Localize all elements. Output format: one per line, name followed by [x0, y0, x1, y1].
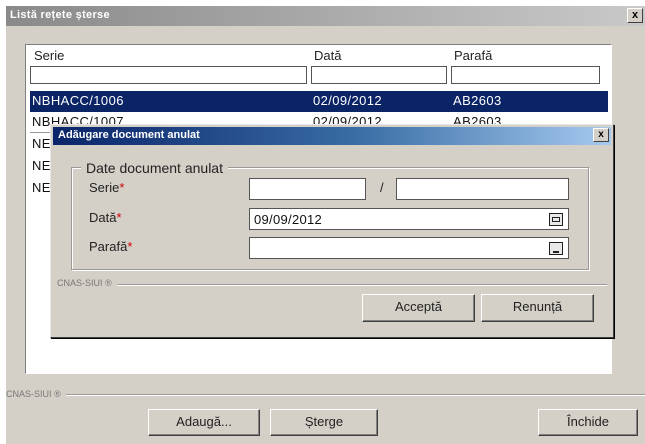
close-button[interactable]: Închide	[538, 409, 638, 436]
serie-label: Serie*	[89, 180, 125, 195]
accept-button[interactable]: Acceptă	[362, 294, 475, 322]
cell-parafa: AB2603	[453, 93, 502, 108]
required-marker: *	[119, 180, 125, 195]
column-header-data[interactable]: Dată	[314, 48, 341, 63]
add-cancelled-document-dialog: Adăugare document anulat x Date document…	[50, 124, 614, 338]
parafa-input[interactable]	[249, 237, 569, 259]
parafa-label: Parafă*	[89, 239, 133, 254]
data-label: Dată*	[89, 210, 122, 225]
date-value: 09/09/2012	[254, 212, 323, 227]
serie-number-input[interactable]	[396, 178, 569, 200]
column-header-serie[interactable]: Serie	[34, 48, 64, 63]
lookup-icon[interactable]	[549, 242, 563, 255]
serie-separator: /	[380, 180, 384, 195]
serie-input[interactable]	[249, 178, 366, 200]
filter-serie-input[interactable]	[30, 66, 307, 84]
add-button[interactable]: Adaugă...	[148, 409, 260, 436]
delete-button[interactable]: Șterge	[270, 409, 378, 436]
main-titlebar: Listă rețete șterse x	[6, 6, 645, 26]
dialog-title: Adăugare document anulat	[58, 129, 200, 141]
filter-data-input[interactable]	[311, 66, 447, 84]
footer-separator	[66, 394, 645, 396]
cancel-button[interactable]: Renunță	[481, 294, 594, 322]
dialog-close-button[interactable]: x	[593, 128, 609, 142]
required-marker: *	[127, 239, 133, 254]
cell-serie: NE	[32, 158, 51, 173]
cell-data: 02/09/2012	[313, 93, 383, 108]
dialog-footer-separator	[117, 284, 607, 286]
table-row[interactable]: NBHACC/1006 02/09/2012 AB2603	[30, 91, 608, 112]
dialog-footer-group-label: CNAS-SIUI ®	[57, 278, 116, 288]
date-picker-input[interactable]: 09/09/2012	[249, 208, 569, 230]
dialog-titlebar: Adăugare document anulat x	[53, 127, 611, 145]
footer-group-label: CNAS-SIUI ®	[6, 389, 65, 399]
cell-serie: NBHACC/1006	[32, 93, 124, 108]
filter-parafa-input[interactable]	[451, 66, 600, 84]
calendar-icon[interactable]	[549, 213, 563, 226]
column-header-parafa[interactable]: Parafă	[454, 48, 492, 63]
cell-serie: NE	[32, 136, 51, 151]
groupbox-title: Date document anulat	[81, 160, 228, 176]
close-window-button[interactable]: x	[627, 8, 643, 23]
cell-serie: NE	[32, 180, 51, 195]
window-title: Listă rețete șterse	[10, 9, 110, 21]
required-marker: *	[116, 210, 122, 225]
